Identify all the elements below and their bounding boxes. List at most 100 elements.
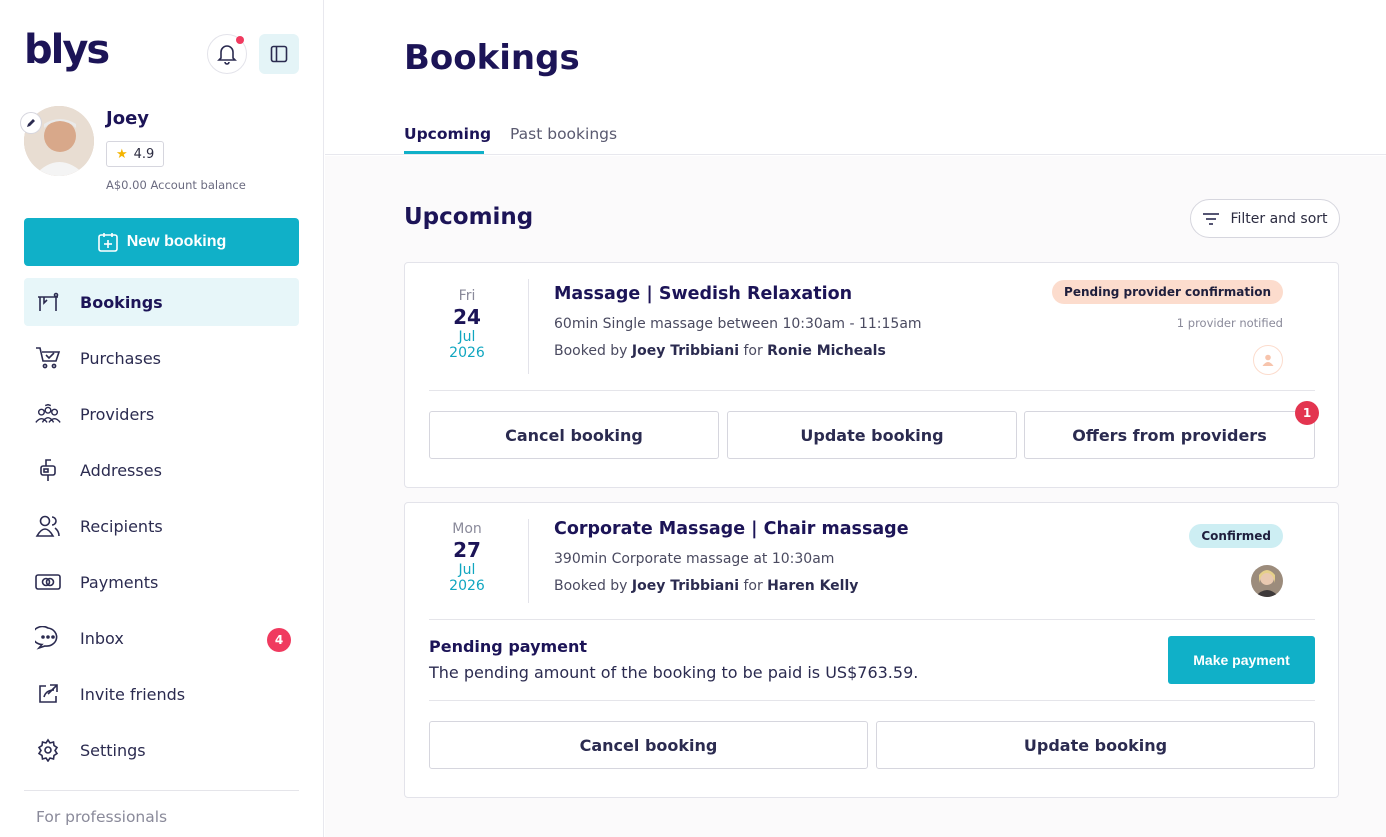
date-divider bbox=[528, 519, 529, 603]
blys-logo[interactable]: blys bbox=[24, 30, 110, 70]
sidebar-item-label: Inbox bbox=[80, 628, 124, 648]
booking-title[interactable]: Massage | Swedish Relaxation bbox=[554, 284, 852, 304]
new-booking-label: New booking bbox=[126, 233, 227, 250]
balance-value: A$0.00 bbox=[106, 178, 147, 192]
booking-day: 24 bbox=[453, 305, 481, 329]
calendar-plus-icon bbox=[97, 233, 118, 252]
cancel-booking-button[interactable]: Cancel booking bbox=[429, 411, 719, 459]
tab-upcoming[interactable]: Upcoming bbox=[404, 125, 491, 143]
filter-label: Filter and sort bbox=[1230, 210, 1328, 227]
cart-icon bbox=[34, 344, 62, 372]
sidebar-divider bbox=[24, 790, 299, 791]
sidebar-item-label: Purchases bbox=[80, 348, 161, 368]
pending-payment-text: The pending amount of the booking to be … bbox=[429, 663, 919, 682]
rating-value: 4.9 bbox=[133, 146, 155, 162]
recipient-name: Haren Kelly bbox=[767, 578, 859, 594]
new-booking-button[interactable]: New booking bbox=[24, 218, 299, 266]
booking-month: Jul bbox=[458, 562, 476, 578]
sidebar-item-recipients[interactable]: Recipients bbox=[24, 502, 299, 550]
inbox-unread-badge: 4 bbox=[267, 628, 291, 652]
booking-date: Fri 24 Jul 2026 bbox=[405, 288, 529, 361]
booking-card[interactable]: Fri 24 Jul 2026 Massage | Swedish Relaxa… bbox=[404, 262, 1339, 488]
booking-description: 60min Single massage between 10:30am - 1… bbox=[554, 316, 922, 332]
sidebar-item-invite-friends[interactable]: Invite friends bbox=[24, 670, 299, 718]
offers-count-badge: 1 bbox=[1295, 401, 1319, 425]
for-professionals-link[interactable]: For professionals bbox=[36, 808, 167, 826]
sidebar-item-label: Payments bbox=[80, 572, 159, 592]
edit-avatar-button[interactable] bbox=[20, 112, 42, 134]
for-word: for bbox=[743, 343, 763, 359]
booking-booked-by: Booked by Joey Tribbiani for Ronie Miche… bbox=[554, 343, 886, 359]
sidebar-item-label: Addresses bbox=[80, 460, 162, 480]
status-badge: Confirmed bbox=[1189, 524, 1283, 548]
card-divider bbox=[429, 390, 1315, 391]
collapse-sidebar-button[interactable] bbox=[259, 34, 299, 74]
page-title: Bookings bbox=[404, 38, 580, 78]
booking-year: 2026 bbox=[449, 578, 485, 594]
sidebar-item-inbox[interactable]: Inbox 4 bbox=[24, 614, 299, 662]
booked-by-name: Joey Tribbiani bbox=[631, 578, 740, 594]
card-divider bbox=[429, 619, 1315, 620]
sidebar-toggle-icon bbox=[270, 45, 288, 63]
booking-month: Jul bbox=[458, 329, 476, 345]
sidebar-item-bookings[interactable]: Bookings bbox=[24, 278, 299, 326]
booked-by-name: Joey Tribbiani bbox=[631, 343, 740, 359]
sidebar-item-label: Bookings bbox=[80, 292, 163, 312]
sidebar-item-label: Settings bbox=[80, 740, 146, 760]
bookings-icon bbox=[34, 288, 62, 316]
notification-dot bbox=[236, 36, 244, 44]
sidebar: blys Joey ★ 4.9 A$0.00 Account balance N… bbox=[0, 0, 324, 837]
user-name: Joey bbox=[106, 108, 150, 129]
booking-card[interactable]: Mon 27 Jul 2026 Corporate Massage | Chai… bbox=[404, 502, 1339, 798]
recipient-name: Ronie Micheals bbox=[767, 343, 886, 359]
recipients-icon bbox=[34, 512, 62, 540]
cancel-booking-button[interactable]: Cancel booking bbox=[429, 721, 868, 769]
booking-weekday: Mon bbox=[452, 521, 482, 537]
booking-weekday: Fri bbox=[458, 288, 476, 304]
for-word: for bbox=[743, 578, 763, 594]
tab-past-bookings[interactable]: Past bookings bbox=[510, 125, 617, 143]
account-balance: A$0.00 Account balance bbox=[106, 178, 246, 192]
providers-notified: 1 provider notified bbox=[1176, 316, 1283, 330]
bell-icon bbox=[217, 45, 237, 65]
update-booking-button[interactable]: Update booking bbox=[727, 411, 1017, 459]
offers-from-providers-button[interactable]: Offers from providers bbox=[1024, 411, 1315, 459]
booking-year: 2026 bbox=[449, 345, 485, 361]
sidebar-item-label: Invite friends bbox=[80, 684, 186, 704]
user-rating: ★ 4.9 bbox=[106, 141, 165, 167]
sidebar-item-providers[interactable]: Providers bbox=[24, 390, 299, 438]
card-divider bbox=[429, 700, 1315, 701]
pencil-icon bbox=[27, 119, 35, 127]
sidebar-item-payments[interactable]: Payments bbox=[24, 558, 299, 606]
booked-by-prefix: Booked by bbox=[554, 343, 628, 359]
update-booking-button[interactable]: Update booking bbox=[876, 721, 1315, 769]
sidebar-item-label: Providers bbox=[80, 404, 155, 424]
mailbox-icon bbox=[34, 456, 62, 484]
gear-icon bbox=[34, 736, 62, 764]
provider-avatar[interactable] bbox=[1251, 565, 1283, 597]
chat-icon bbox=[34, 624, 62, 652]
booking-date: Mon 27 Jul 2026 bbox=[405, 521, 529, 594]
filter-and-sort-button[interactable]: Filter and sort bbox=[1190, 199, 1340, 238]
booking-description: 390min Corporate massage at 10:30am bbox=[554, 551, 835, 567]
provider-placeholder-icon bbox=[1253, 345, 1283, 375]
payments-icon bbox=[34, 568, 62, 596]
sidebar-nav: Bookings Purchases Providers Addresses R… bbox=[24, 278, 299, 782]
sidebar-item-settings[interactable]: Settings bbox=[24, 726, 299, 774]
booked-by-prefix: Booked by bbox=[554, 578, 628, 594]
booking-title[interactable]: Corporate Massage | Chair massage bbox=[554, 519, 909, 539]
providers-icon bbox=[34, 400, 62, 428]
booking-booked-by: Booked by Joey Tribbiani for Haren Kelly bbox=[554, 578, 858, 594]
make-payment-button[interactable]: Make payment bbox=[1168, 636, 1315, 684]
share-icon bbox=[34, 680, 62, 708]
booking-day: 27 bbox=[453, 538, 481, 562]
sidebar-item-label: Recipients bbox=[80, 516, 163, 536]
status-badge: Pending provider confirmation bbox=[1052, 280, 1283, 304]
date-divider bbox=[528, 279, 529, 374]
sidebar-item-addresses[interactable]: Addresses bbox=[24, 446, 299, 494]
active-tab-indicator bbox=[404, 151, 484, 154]
pending-payment-title: Pending payment bbox=[429, 637, 588, 656]
sidebar-item-purchases[interactable]: Purchases bbox=[24, 334, 299, 382]
section-title: Upcoming bbox=[404, 204, 534, 230]
star-icon: ★ bbox=[116, 146, 128, 162]
